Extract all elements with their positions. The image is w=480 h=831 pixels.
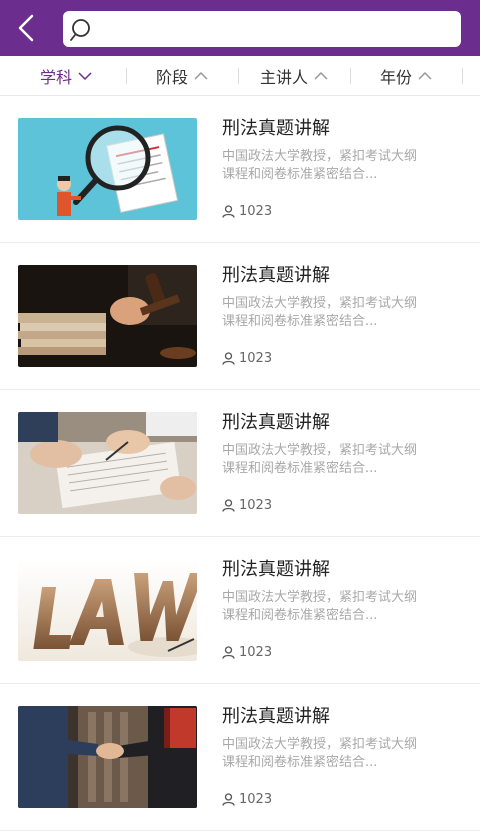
course-item[interactable]: 刑法真题讲解 中国政法大学教授，紧扣考试大纲 课程和阅卷标准紧密结合... 10… — [0, 390, 480, 537]
chevron-down-icon — [78, 72, 92, 81]
signing-document-image — [18, 412, 197, 514]
user-icon — [222, 499, 235, 512]
handshake-image — [18, 706, 197, 808]
view-count: 1023 — [222, 351, 272, 366]
course-thumbnail — [18, 706, 197, 808]
course-list: 刑法真题讲解 中国政法大学教授，紧扣考试大纲 课程和阅卷标准紧密结合... 10… — [0, 96, 480, 831]
course-description-line: 课程和阅卷标准紧密结合... — [222, 461, 378, 476]
back-button[interactable] — [8, 10, 44, 46]
course-title: 刑法真题讲解 — [222, 706, 330, 727]
chevron-up-icon — [418, 71, 432, 80]
top-bar — [0, 0, 480, 56]
user-icon — [222, 646, 235, 659]
filter-lecturer-label: 主讲人 — [259, 68, 308, 87]
view-count: 1023 — [222, 204, 272, 219]
course-description: 中国政法大学教授，紧扣考试大纲 课程和阅卷标准紧密结合... — [222, 295, 467, 331]
filter-divider — [462, 68, 463, 84]
view-count: 1023 — [222, 645, 272, 660]
course-title: 刑法真题讲解 — [222, 118, 330, 139]
course-description: 中国政法大学教授，紧扣考试大纲 课程和阅卷标准紧密结合... — [222, 589, 467, 625]
filter-bar: 学科 阶段 主讲人 年份 — [0, 56, 480, 96]
search-icon — [70, 19, 90, 41]
filter-divider — [350, 68, 351, 84]
course-thumbnail — [18, 412, 197, 514]
view-count-value: 1023 — [239, 498, 273, 513]
filter-divider — [126, 68, 127, 84]
course-description-line: 课程和阅卷标准紧密结合... — [222, 167, 378, 182]
view-count: 1023 — [222, 498, 272, 513]
course-description-line: 中国政法大学教授，紧扣考试大纲 — [222, 443, 418, 458]
filter-stage[interactable]: 阶段 — [128, 56, 236, 96]
filter-year[interactable]: 年份 — [352, 56, 460, 96]
course-description-line: 课程和阅卷标准紧密结合... — [222, 314, 378, 329]
course-description: 中国政法大学教授，紧扣考试大纲 课程和阅卷标准紧密结合... — [222, 736, 467, 772]
course-item[interactable]: 刑法真题讲解 中国政法大学教授，紧扣考试大纲 课程和阅卷标准紧密结合... 10… — [0, 96, 480, 243]
filter-stage-label: 阶段 — [155, 68, 188, 87]
filter-year-label: 年份 — [379, 68, 412, 87]
chevron-up-icon — [194, 71, 208, 80]
search-box[interactable] — [63, 11, 461, 47]
chevron-up-icon — [314, 71, 328, 80]
course-thumbnail — [18, 118, 197, 220]
course-description-line: 课程和阅卷标准紧密结合... — [222, 755, 378, 770]
course-description-line: 中国政法大学教授，紧扣考试大纲 — [222, 149, 418, 164]
course-title: 刑法真题讲解 — [222, 559, 330, 580]
filter-divider — [238, 68, 239, 84]
filter-subject-label: 学科 — [39, 68, 72, 87]
course-description-line: 中国政法大学教授，紧扣考试大纲 — [222, 737, 418, 752]
course-title: 刑法真题讲解 — [222, 265, 330, 286]
view-count-value: 1023 — [239, 204, 273, 219]
user-icon — [222, 352, 235, 365]
search-input[interactable] — [101, 15, 451, 43]
filter-lecturer[interactable]: 主讲人 — [240, 56, 348, 96]
user-icon — [222, 205, 235, 218]
course-item[interactable]: 刑法真题讲解 中国政法大学教授，紧扣考试大纲 课程和阅卷标准紧密结合... 10… — [0, 243, 480, 390]
course-description-line: 中国政法大学教授，紧扣考试大纲 — [222, 590, 418, 605]
gavel-papers-image — [18, 265, 197, 367]
course-description-line: 课程和阅卷标准紧密结合... — [222, 608, 378, 623]
magnifier-document-image — [18, 118, 197, 220]
course-description: 中国政法大学教授，紧扣考试大纲 课程和阅卷标准紧密结合... — [222, 442, 467, 478]
course-description: 中国政法大学教授，紧扣考试大纲 课程和阅卷标准紧密结合... — [222, 148, 467, 184]
filter-subject[interactable]: 学科 — [10, 56, 122, 96]
view-count-value: 1023 — [239, 351, 273, 366]
course-item[interactable]: 刑法真题讲解 中国政法大学教授，紧扣考试大纲 课程和阅卷标准紧密结合... 10… — [0, 537, 480, 684]
course-description-line: 中国政法大学教授，紧扣考试大纲 — [222, 296, 418, 311]
course-thumbnail — [18, 559, 197, 661]
course-thumbnail — [18, 265, 197, 367]
course-title: 刑法真题讲解 — [222, 412, 330, 433]
course-item[interactable]: 刑法真题讲解 中国政法大学教授，紧扣考试大纲 课程和阅卷标准紧密结合... 10… — [0, 684, 480, 831]
view-count-value: 1023 — [239, 645, 273, 660]
law-letters-image — [18, 559, 197, 661]
chevron-left-icon — [18, 14, 34, 42]
